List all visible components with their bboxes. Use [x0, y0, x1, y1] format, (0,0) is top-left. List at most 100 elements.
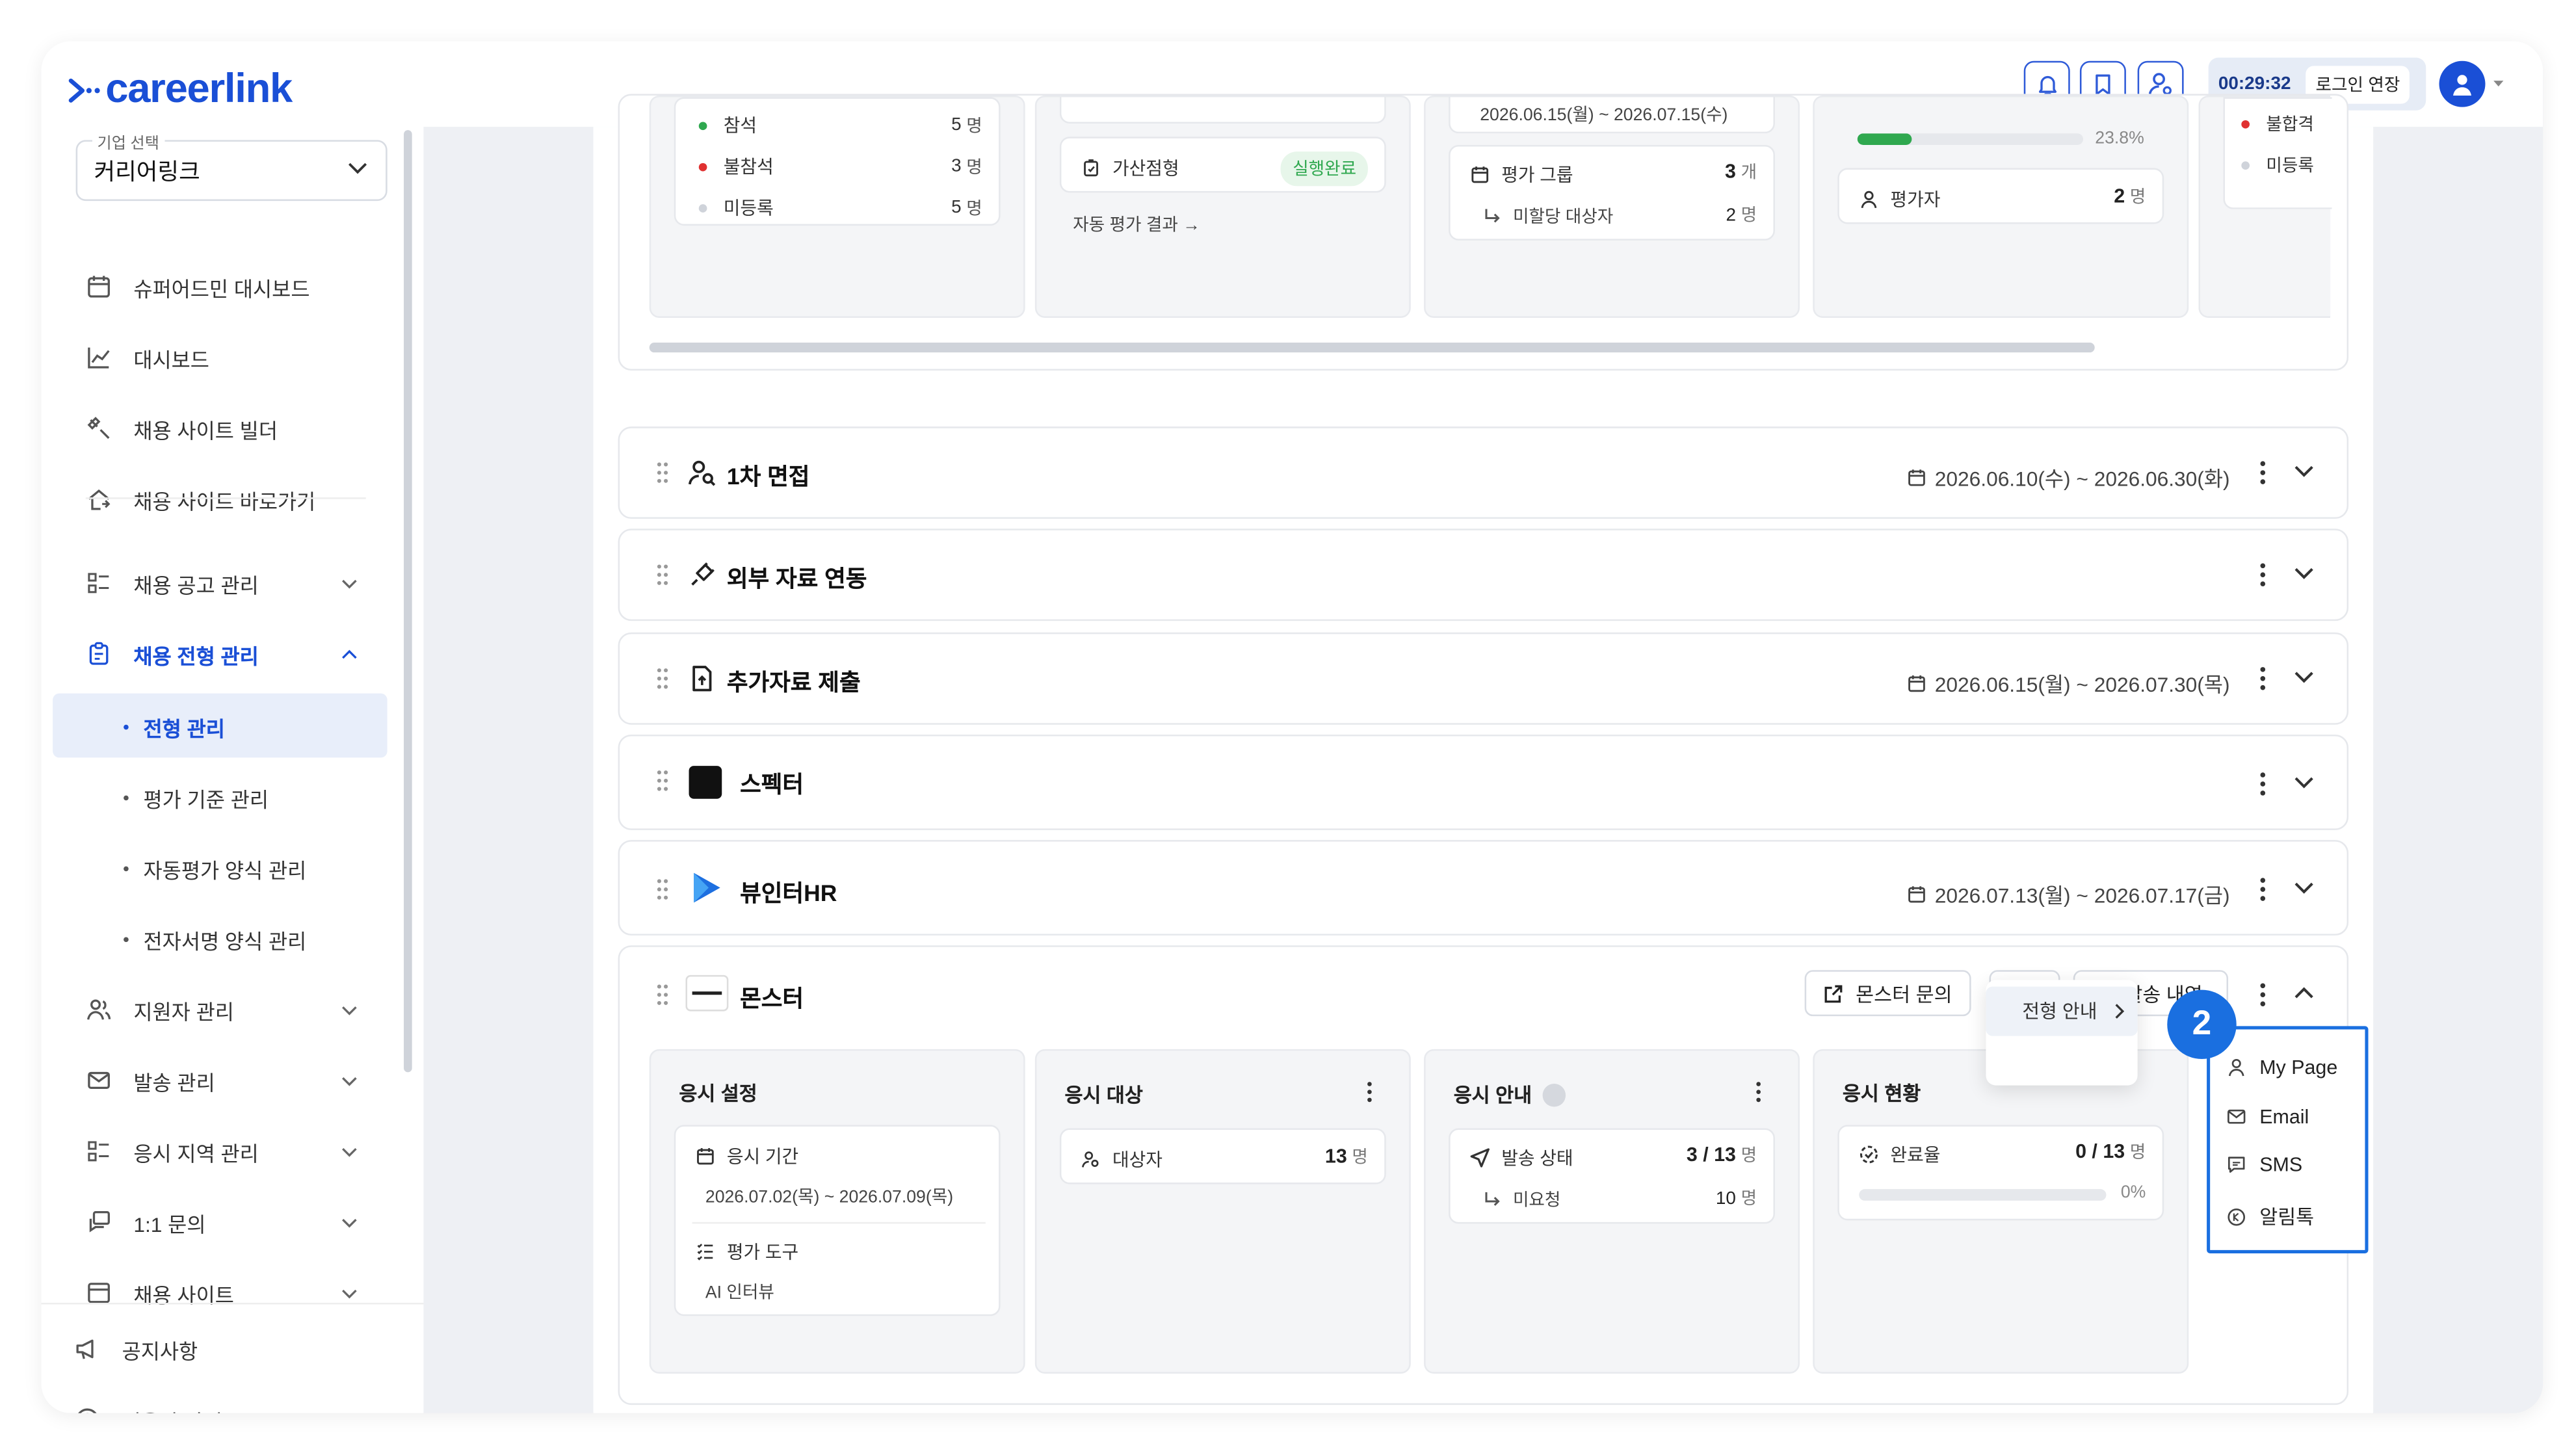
sidebar-divider: [85, 497, 366, 499]
legend-dot: [698, 121, 707, 129]
sidebar-item-dashboard[interactable]: 대시보드: [86, 341, 209, 374]
help-icon: [78, 1408, 97, 1413]
exam-notice-card: 응시 안내 발송 상태 3 / 13 명 미요청 10 명: [1424, 1049, 1800, 1374]
kakao-chat-icon: [2228, 1207, 2246, 1225]
message-icon: [2228, 1157, 2245, 1173]
sidebar-item-job-posts[interactable]: 채용 공고 관리: [86, 567, 357, 600]
result-unregistered: 미등록: [2241, 153, 2314, 178]
stage-row-first-interview[interactable]: 1차 면접 2026.06.10(수) ~ 2026.06.30(화): [618, 426, 2349, 519]
stat-label: 불합격: [2266, 115, 2314, 135]
chevron-down-icon[interactable]: [2492, 79, 2505, 89]
menu-item-label: 알림톡: [2259, 1205, 2315, 1229]
auto-eval-card: 가산점형 실행완료 자동 평가 결과 →: [1034, 95, 1411, 318]
more-vertical-icon[interactable]: [2259, 460, 2266, 486]
more-vertical-icon[interactable]: [2259, 562, 2266, 588]
eval-tool-label: 평가 도구: [726, 1243, 799, 1264]
stage-row-viewinter[interactable]: 뷰인터HR 2026.07.13(월) ~ 2026.07.17(금): [618, 840, 2349, 936]
completion-rate-label: 완료율: [1890, 1146, 1941, 1166]
drag-handle-icon[interactable]: [656, 563, 669, 586]
stage-row-spector[interactable]: 스펙터: [618, 734, 2349, 830]
more-vertical-icon[interactable]: [2259, 771, 2266, 798]
unit: 명: [2129, 1143, 2146, 1163]
more-vertical-icon[interactable]: [2259, 876, 2266, 903]
drag-handle-icon[interactable]: [656, 667, 669, 690]
info-icon[interactable]: [1542, 1082, 1565, 1106]
sidebar-sub-item-criteria[interactable]: 평가 기준 관리: [124, 782, 269, 813]
chevron-down-icon[interactable]: [2294, 670, 2313, 683]
more-vertical-icon[interactable]: [2259, 666, 2266, 692]
avatar[interactable]: [2439, 60, 2486, 107]
menu-item-alimtalk[interactable]: 알림톡: [2227, 1202, 2315, 1230]
menu-item-sms[interactable]: SMS: [2227, 1153, 2302, 1176]
attendance-absent: 불참석 3명: [698, 153, 982, 180]
stage-date-text: 2026.06.10(수) ~ 2026.06.30(화): [1934, 467, 2230, 491]
menu-item-email[interactable]: Email: [2227, 1105, 2309, 1128]
chevron-down-icon[interactable]: [2294, 881, 2313, 894]
result-fail: 불합격: [2241, 112, 2314, 137]
sidebar-item-label: 발송 관리: [133, 1071, 215, 1095]
sidebar-item-user-guide[interactable]: 이용자 가이드: [74, 1404, 241, 1413]
more-vertical-icon[interactable]: [1755, 1080, 1762, 1103]
menu-item-my-page[interactable]: My Page: [2227, 1056, 2337, 1078]
monster-inquiry-button[interactable]: 몬스터 문의: [1804, 970, 1971, 1017]
sidebar-item-recruit-stages[interactable]: 채용 전형 관리: [86, 637, 357, 670]
sidebar-item-superadmin-dashboard[interactable]: 슈퍼어드민 대시보드: [86, 270, 310, 303]
sidebar-sub-item-label: 전자서명 양식 관리: [143, 930, 307, 954]
drag-handle-icon[interactable]: [656, 878, 669, 900]
value: 0 / 13: [2075, 1140, 2125, 1163]
tools-icon: [87, 417, 110, 439]
evaluator-count: 2명: [2114, 185, 2146, 209]
unit: 명: [1741, 205, 1757, 226]
exam-settings-card: 응시 설정 응시 기간 2026.07.02(목) ~ 2026.07.09(목…: [649, 1049, 1025, 1374]
subitem-arrow-icon: [1485, 209, 1500, 223]
legend-dot: [2241, 161, 2250, 170]
sidebar-item-site-builder[interactable]: 채용 사이트 빌더: [86, 412, 278, 445]
calendar-icon: [1908, 885, 1925, 902]
user-icon: [1861, 190, 1877, 209]
eval-progress-bar: [1857, 133, 2083, 145]
sidebar-sub-item-esign-forms[interactable]: 전자서명 양식 관리: [124, 924, 306, 955]
sidebar-item-applicants[interactable]: 지원자 관리: [86, 993, 357, 1026]
menu-item-stage-guide[interactable]: 전형 안내: [1986, 986, 2138, 1036]
sidebar-item-test-regions[interactable]: 응시 지역 관리: [86, 1135, 357, 1168]
sidebar-item-inquiry[interactable]: 1:1 문의: [86, 1206, 357, 1239]
sidebar-item-messaging[interactable]: 발송 관리: [86, 1064, 357, 1097]
send-dropdown: 전형 안내: [1986, 980, 2138, 1086]
sidebar-sub-item-stage-management[interactable]: 전형 관리: [124, 711, 225, 742]
completion-rate-count: 0 / 13 명: [2075, 1140, 2146, 1164]
stage-row-additional-docs[interactable]: 추가자료 제출 2026.06.15(월) ~ 2026.07.30(목): [618, 632, 2349, 725]
stat-unit: 명: [966, 198, 982, 218]
unassigned-label: 미할당 대상자: [1512, 207, 1614, 228]
more-vertical-icon[interactable]: [1366, 1080, 1373, 1103]
drag-handle-icon[interactable]: [656, 983, 669, 1006]
drag-handle-icon[interactable]: [656, 461, 669, 484]
drag-handle-icon[interactable]: [656, 769, 669, 792]
careerlink-logo[interactable]: careerlink: [68, 66, 293, 113]
evaluator: 평가자: [1859, 186, 1940, 213]
unit: 명: [2129, 187, 2146, 208]
horizontal-scrollbar[interactable]: [649, 342, 2095, 353]
external-link-icon: [1824, 984, 1843, 1002]
exam-settings-box: 응시 기간 2026.07.02(목) ~ 2026.07.09(목) 평가 도…: [674, 1125, 1001, 1316]
stat-unit: 명: [966, 116, 982, 137]
chevron-up-icon: [342, 649, 357, 659]
auto-eval-result-link[interactable]: 자동 평가 결과 →: [1073, 213, 1200, 237]
more-vertical-icon[interactable]: [2259, 982, 2266, 1008]
sidebar-sub-item-auto-eval-forms[interactable]: 자동평가 양식 관리: [124, 853, 306, 884]
evaluator-label: 평가자: [1890, 190, 1941, 211]
chevron-down-icon[interactable]: [2294, 776, 2313, 789]
unit: 명: [1741, 1146, 1757, 1166]
chevron-right-icon: [2114, 1004, 2123, 1019]
eval-group: 평가 그룹: [1470, 161, 1573, 188]
sidebar-item-notices[interactable]: 공지사항: [74, 1333, 198, 1366]
chevron-down-icon[interactable]: [2294, 464, 2313, 477]
subitem-arrow-icon: [1485, 1192, 1500, 1206]
stage-row-external-data[interactable]: 외부 자료 연동: [618, 529, 2349, 621]
bullet-icon: [124, 937, 129, 943]
sidebar-scrollbar[interactable]: [404, 130, 412, 1073]
chevron-down-icon[interactable]: [2294, 567, 2313, 580]
card-title: 응시 안내: [1453, 1084, 1532, 1107]
chevron-up-icon[interactable]: [2294, 987, 2313, 1000]
exam-period: 응시 기간: [696, 1143, 798, 1170]
company-select-label: 기업 선택: [92, 130, 164, 153]
